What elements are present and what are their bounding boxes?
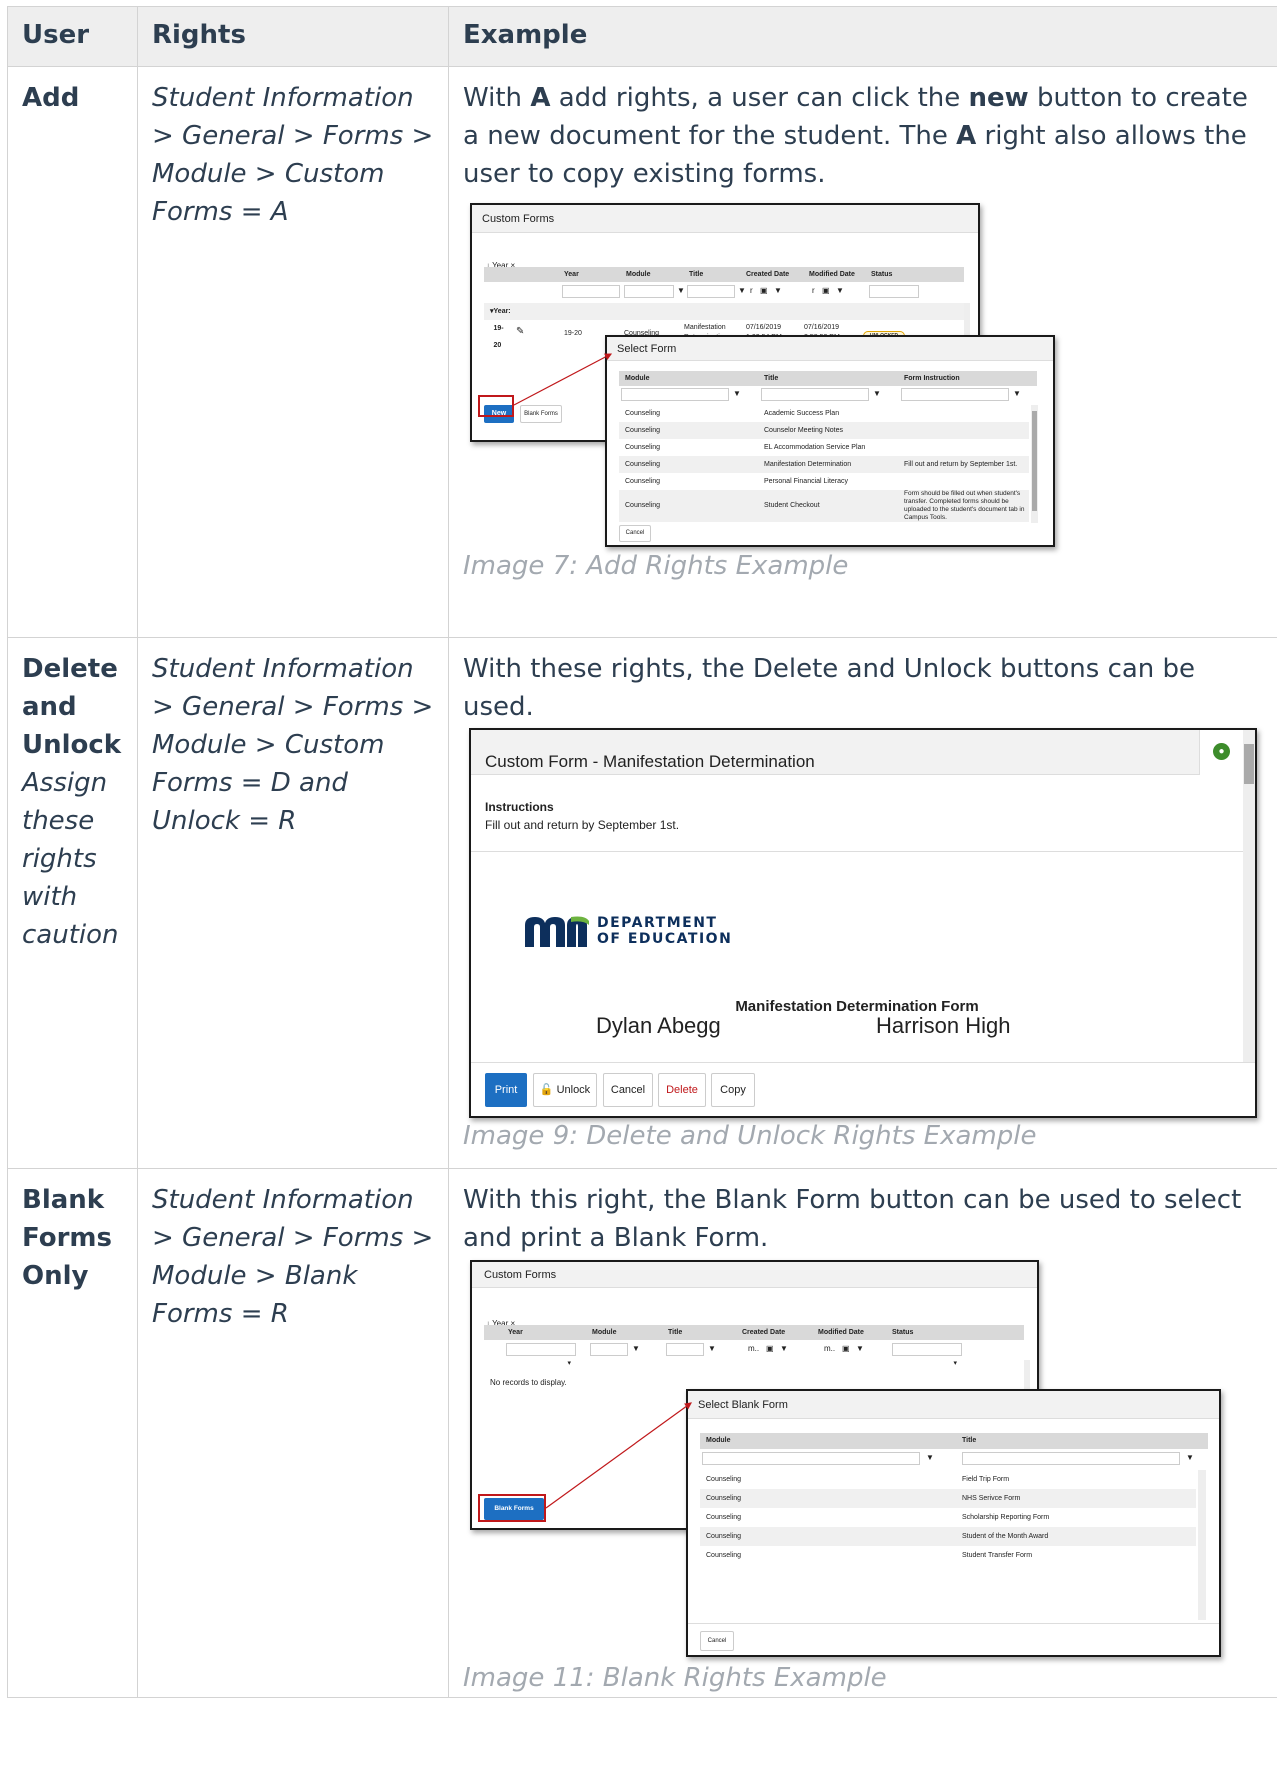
arrow-connector: [513, 353, 613, 406]
rights-path: Student Information > General > Forms > …: [152, 83, 434, 227]
user-cell: Delete and Unlock Assign these rights wit…: [7, 637, 138, 1169]
delete-button[interactable]: Delete: [658, 1073, 706, 1107]
logo-line-1: DEPARTMENT: [597, 915, 718, 931]
desc-text: add rights, a user can click the: [550, 83, 969, 113]
description: With these rights, the Delete and Unlock…: [463, 654, 1196, 722]
school-name: Harrison High: [876, 1013, 1011, 1038]
user-cell: Blank Forms Only: [7, 1168, 138, 1698]
desc-bold: new: [968, 83, 1029, 113]
table-row-delete-unlock: Delete and Unlock Assign these rights wit…: [7, 637, 1277, 1169]
rights-path: Student Information > General > Forms > …: [152, 654, 434, 836]
unlock-label: Unlock: [556, 1084, 591, 1096]
example-cell: With these rights, the Delete and Unlock…: [448, 637, 1277, 1169]
print-button[interactable]: Print: [485, 1073, 527, 1107]
description: With this right, the Blank Form button c…: [463, 1185, 1242, 1253]
desc-bold: A: [956, 121, 977, 151]
header-example: Example: [448, 6, 1277, 67]
desc-bold: A: [530, 83, 551, 113]
user-name: Blank Forms Only: [22, 1185, 112, 1291]
example-cell: With A add rights, a user can click the …: [448, 66, 1277, 638]
window-header: Custom Form - Manifestation Determinatio…: [471, 730, 1243, 775]
student-name: Dylan Abegg: [596, 1013, 721, 1038]
action-bar: Print 🔓 Unlock Cancel Delete Copy: [471, 1062, 1255, 1116]
form-heading: Manifestation Determination Form: [735, 998, 979, 1015]
instructions-text: Fill out and return by September 1st.: [485, 818, 680, 832]
mn-logo-icon: [525, 916, 589, 947]
rights-table: User Rights Example Add Student Informat…: [7, 6, 1277, 1698]
form-preview: DEPARTMENT OF EDUCATION Manifestation De…: [471, 853, 1243, 1063]
desc-text: With: [463, 83, 531, 113]
unlock-icon: 🔓: [539, 1084, 554, 1096]
description: With A add rights, a user can click the …: [463, 79, 1265, 193]
table-row-add: Add Student Information > General > Form…: [7, 66, 1277, 638]
lock-icon: ●: [1213, 743, 1230, 760]
rights-path: Student Information > General > Forms > …: [152, 1185, 434, 1329]
screenshot-delete-unlock: Custom Form - Manifestation Determinatio…: [463, 726, 1263, 1131]
copy-button[interactable]: Copy: [711, 1073, 755, 1107]
user-note: Assign these rights with caution: [22, 768, 119, 950]
arrow-connector: [545, 1402, 692, 1509]
table-header-row: User Rights Example: [7, 6, 1277, 67]
header-rights: Rights: [137, 6, 449, 67]
custom-form-window: Custom Form - Manifestation Determinatio…: [469, 728, 1257, 1118]
rights-cell: Student Information > General > Forms > …: [137, 1168, 449, 1698]
lock-button[interactable]: ●: [1199, 730, 1243, 775]
logo-text: DEPARTMENT OF EDUCATION: [597, 915, 732, 947]
user-cell: Add: [7, 66, 138, 638]
cancel-button[interactable]: Cancel: [603, 1073, 653, 1107]
scrollbar[interactable]: [1243, 730, 1255, 1062]
user-name: Add: [22, 83, 80, 113]
instructions-panel: Instructions Fill out and return by Sept…: [471, 776, 1243, 852]
rights-cell: Student Information > General > Forms > …: [137, 66, 449, 638]
example-cell: With this right, the Blank Form button c…: [448, 1168, 1277, 1698]
screenshot-blank-rights: Custom Forms ↓ Year × Year Module Title …: [463, 1257, 1263, 1667]
mn-logo: [525, 915, 591, 957]
screenshot-add-rights: Custom Forms ↓ Year × Year Module Title …: [463, 193, 1143, 593]
header-user: User: [7, 6, 138, 67]
logo-line-2: OF EDUCATION: [597, 931, 733, 947]
rights-cell: Student Information > General > Forms > …: [137, 637, 449, 1169]
table-row-blank-forms: Blank Forms Only Student Information > G…: [7, 1168, 1277, 1698]
user-name: Delete and Unlock: [22, 654, 122, 760]
unlock-button[interactable]: 🔓 Unlock: [533, 1073, 597, 1107]
